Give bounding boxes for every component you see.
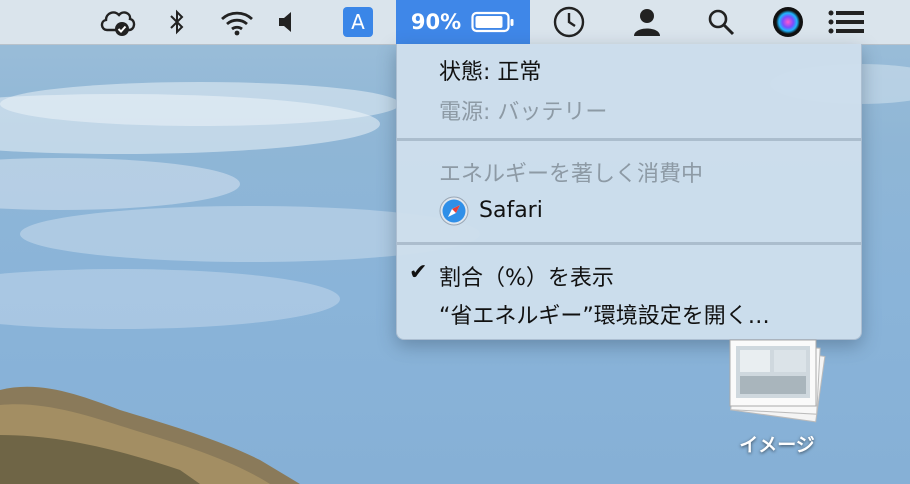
battery-menu-button[interactable]: 90% — [396, 0, 530, 44]
battery-dropdown-menu: 状態: 正常 電源: バッテリー エネルギーを著しく消費中 Safari ✔ 割… — [396, 44, 862, 340]
notification-center-icon[interactable] — [826, 0, 866, 44]
battery-status-item: 状態: 正常 — [439, 60, 542, 85]
energy-usage-header: エネルギーを著しく消費中 — [439, 162, 704, 187]
menu-separator — [397, 242, 861, 245]
menu-bar: A 90% — [0, 0, 910, 45]
volume-icon[interactable] — [274, 0, 300, 44]
clock-icon[interactable] — [550, 0, 588, 44]
wifi-icon[interactable] — [216, 0, 258, 44]
desktop-hills — [0, 386, 300, 484]
input-source-icon[interactable]: A — [340, 0, 376, 44]
open-energy-saver-prefs-item[interactable]: “省エネルギー”環境設定を開く… — [439, 298, 770, 330]
safari-icon — [439, 196, 469, 226]
icloud-sync-icon[interactable] — [96, 0, 140, 44]
battery-percent-label: 90% — [410, 10, 462, 34]
input-source-label: A — [343, 7, 373, 37]
show-percentage-label: 割合（%）を表示 — [439, 266, 614, 291]
app-item-safari-label: Safari — [479, 198, 543, 223]
siri-icon[interactable] — [770, 0, 806, 44]
menu-separator — [397, 138, 861, 141]
desktop-file-label[interactable]: イメージ — [722, 430, 832, 457]
battery-icon — [471, 11, 514, 33]
spotlight-icon[interactable] — [704, 0, 738, 44]
checkmark-icon: ✔ — [409, 260, 428, 285]
user-icon[interactable] — [630, 0, 664, 44]
power-source-item: 電源: バッテリー — [439, 100, 608, 125]
bluetooth-icon[interactable] — [162, 0, 192, 44]
